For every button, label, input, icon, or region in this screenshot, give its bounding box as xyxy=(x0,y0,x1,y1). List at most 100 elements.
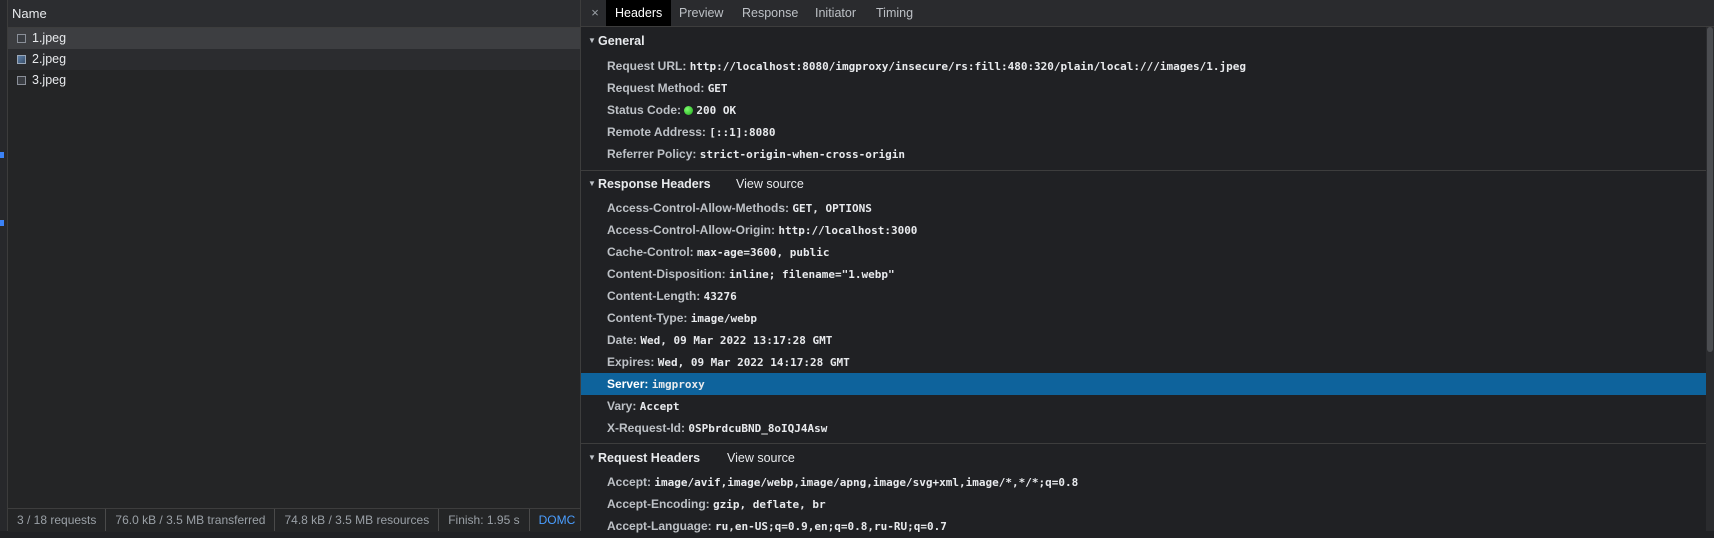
header-name: Content-Type: image/webp xyxy=(607,311,758,325)
header-name: Request Method: GET xyxy=(607,81,728,95)
header-value: imgproxy xyxy=(651,378,705,391)
vertical-scrollbar[interactable] xyxy=(1706,27,1714,531)
header-name: Date: Wed, 09 Mar 2022 13:17:28 GMT xyxy=(607,333,833,347)
expand-triangle-icon: ▼ xyxy=(588,453,596,462)
scrollbar-thumb[interactable] xyxy=(1707,27,1713,352)
header-row: Access-Control-Allow-Origin: http://loca… xyxy=(581,219,1706,241)
header-row: Request URL: http://localhost:8080/imgpr… xyxy=(581,55,1706,77)
header-value: [::1]:8080 xyxy=(709,126,776,139)
header-row: Request Method: GET xyxy=(581,77,1706,99)
tab-response[interactable]: Response xyxy=(733,0,807,26)
header-value: gzip, deflate, br xyxy=(713,498,826,511)
header-row: Vary: Accept xyxy=(581,395,1706,417)
header-name: Referrer Policy: strict-origin-when-cros… xyxy=(607,147,906,161)
close-icon[interactable]: × xyxy=(587,0,603,26)
header-value: Accept xyxy=(639,400,680,413)
header-name: Remote Address: [::1]:8080 xyxy=(607,125,776,139)
header-value: 43276 xyxy=(703,290,737,303)
header-name: Access-Control-Allow-Methods: GET, OPTIO… xyxy=(607,201,872,215)
header-row: Accept-Language: ru,en-US;q=0.9,en;q=0.8… xyxy=(581,515,1706,537)
header-value: 200 OK xyxy=(696,104,737,117)
expand-triangle-icon: ▼ xyxy=(588,179,596,188)
header-row: Referrer Policy: strict-origin-when-cros… xyxy=(581,143,1706,165)
name-column-label: Name xyxy=(12,6,47,21)
header-name: Content-Disposition: inline; filename="1… xyxy=(607,267,895,281)
section-divider xyxy=(581,443,1706,444)
header-value: strict-origin-when-cross-origin xyxy=(699,148,906,161)
request-row-3[interactable]: 3.jpeg xyxy=(8,70,580,91)
header-value: http://localhost:3000 xyxy=(778,224,918,237)
header-name: Accept: image/avif,image/webp,image/apng… xyxy=(607,475,1079,489)
details-tabbar: × Headers Preview Response Initiator Tim… xyxy=(581,0,1714,27)
tab-headers[interactable]: Headers xyxy=(606,0,672,26)
response-headers-title: Response Headers xyxy=(598,177,711,191)
resources-size: 74.8 kB / 3.5 MB resources xyxy=(275,509,440,531)
header-name: Cache-Control: max-age=3600, public xyxy=(607,245,830,259)
header-value: Wed, 09 Mar 2022 14:17:28 GMT xyxy=(657,356,850,369)
header-row: Access-Control-Allow-Methods: GET, OPTIO… xyxy=(581,197,1706,219)
view-source-link[interactable]: View source xyxy=(736,173,804,195)
status-ok-dot-icon xyxy=(684,106,694,115)
header-name: Vary: Accept xyxy=(607,399,680,413)
header-name: Accept-Language: ru,en-US;q=0.9,en;q=0.8… xyxy=(607,519,947,533)
header-name: Status Code: 200 OK xyxy=(607,103,737,117)
header-name: Content-Length: 43276 xyxy=(607,289,737,303)
header-value: ru,en-US;q=0.9,en;q=0.8,ru-RU;q=0.7 xyxy=(715,520,947,533)
left-edge-gutter xyxy=(0,0,8,531)
tab-timing[interactable]: Timing xyxy=(867,0,922,26)
edge-marker xyxy=(0,152,4,158)
header-name: Server: imgproxy xyxy=(607,377,705,391)
header-row: Content-Disposition: inline; filename="1… xyxy=(581,263,1706,285)
header-row: Content-Type: image/webp xyxy=(581,307,1706,329)
request-count: 3 / 18 requests xyxy=(8,509,107,531)
section-divider xyxy=(581,170,1706,171)
network-status-bar: 3 / 18 requests 76.0 kB / 3.5 MB transfer… xyxy=(8,508,580,532)
request-name: 2.jpeg xyxy=(32,52,67,66)
header-row: X-Request-Id: 0SPbrdcuBND_8oIQJ4Asw xyxy=(581,417,1706,439)
header-value: inline; filename="1.webp" xyxy=(729,268,895,281)
file-icon xyxy=(17,34,26,43)
header-name: Request URL: http://localhost:8080/imgpr… xyxy=(607,59,1246,73)
request-headers-title: Request Headers xyxy=(598,451,701,465)
edge-marker xyxy=(0,220,4,226)
finish-time: Finish: 1.95 s xyxy=(439,509,530,531)
header-name: Expires: Wed, 09 Mar 2022 14:17:28 GMT xyxy=(607,355,850,369)
header-row: Accept: image/avif,image/webp,image/apng… xyxy=(581,471,1706,493)
header-value: image/webp xyxy=(690,312,758,325)
header-value: max-age=3600, public xyxy=(697,246,830,259)
header-row: Cache-Control: max-age=3600, public xyxy=(581,241,1706,263)
dom-content-loaded: DOMC xyxy=(538,513,576,527)
header-value: http://localhost:8080/imgproxy/insecure/… xyxy=(689,60,1246,73)
general-section-toggle[interactable]: ▼ General xyxy=(581,30,1706,52)
header-value: GET, OPTIONS xyxy=(792,202,872,215)
request-headers-section-toggle[interactable]: ▼ Request Headers View source xyxy=(581,447,1706,469)
header-value: image/avif,image/webp,image/apng,image/s… xyxy=(654,476,1079,489)
request-row-2[interactable]: 2.jpeg xyxy=(8,49,580,70)
header-value: Wed, 09 Mar 2022 13:17:28 GMT xyxy=(640,334,833,347)
request-name: 1.jpeg xyxy=(32,31,67,45)
header-value: GET xyxy=(707,82,728,95)
header-name: X-Request-Id: 0SPbrdcuBND_8oIQJ4Asw xyxy=(607,421,828,435)
header-row: Date: Wed, 09 Mar 2022 13:17:28 GMT xyxy=(581,329,1706,351)
request-row-1[interactable]: 1.jpeg xyxy=(8,28,580,49)
header-row-selected[interactable]: Server: imgproxy xyxy=(581,373,1706,395)
file-icon xyxy=(17,76,26,85)
request-list-pane: Name 1.jpeg 2.jpeg 3.jpeg 3 / 18 request… xyxy=(8,0,581,532)
header-name: Accept-Encoding: gzip, deflate, br xyxy=(607,497,826,511)
name-column-header[interactable]: Name xyxy=(8,0,580,28)
header-row: Accept-Encoding: gzip, deflate, br xyxy=(581,493,1706,515)
general-section-title: General xyxy=(598,34,645,48)
tab-initiator[interactable]: Initiator xyxy=(806,0,865,26)
request-name: 3.jpeg xyxy=(32,73,67,87)
request-details-pane: × Headers Preview Response Initiator Tim… xyxy=(581,0,1714,533)
response-headers-section-toggle[interactable]: ▼ Response Headers View source xyxy=(581,173,1706,195)
header-value: 0SPbrdcuBND_8oIQJ4Asw xyxy=(688,422,828,435)
expand-triangle-icon: ▼ xyxy=(588,36,596,45)
header-name: Access-Control-Allow-Origin: http://loca… xyxy=(607,223,918,237)
header-row: Expires: Wed, 09 Mar 2022 14:17:28 GMT xyxy=(581,351,1706,373)
tab-preview[interactable]: Preview xyxy=(670,0,732,26)
header-row: Content-Length: 43276 xyxy=(581,285,1706,307)
view-source-link[interactable]: View source xyxy=(727,447,795,469)
image-file-icon xyxy=(17,55,26,64)
header-row: Remote Address: [::1]:8080 xyxy=(581,121,1706,143)
